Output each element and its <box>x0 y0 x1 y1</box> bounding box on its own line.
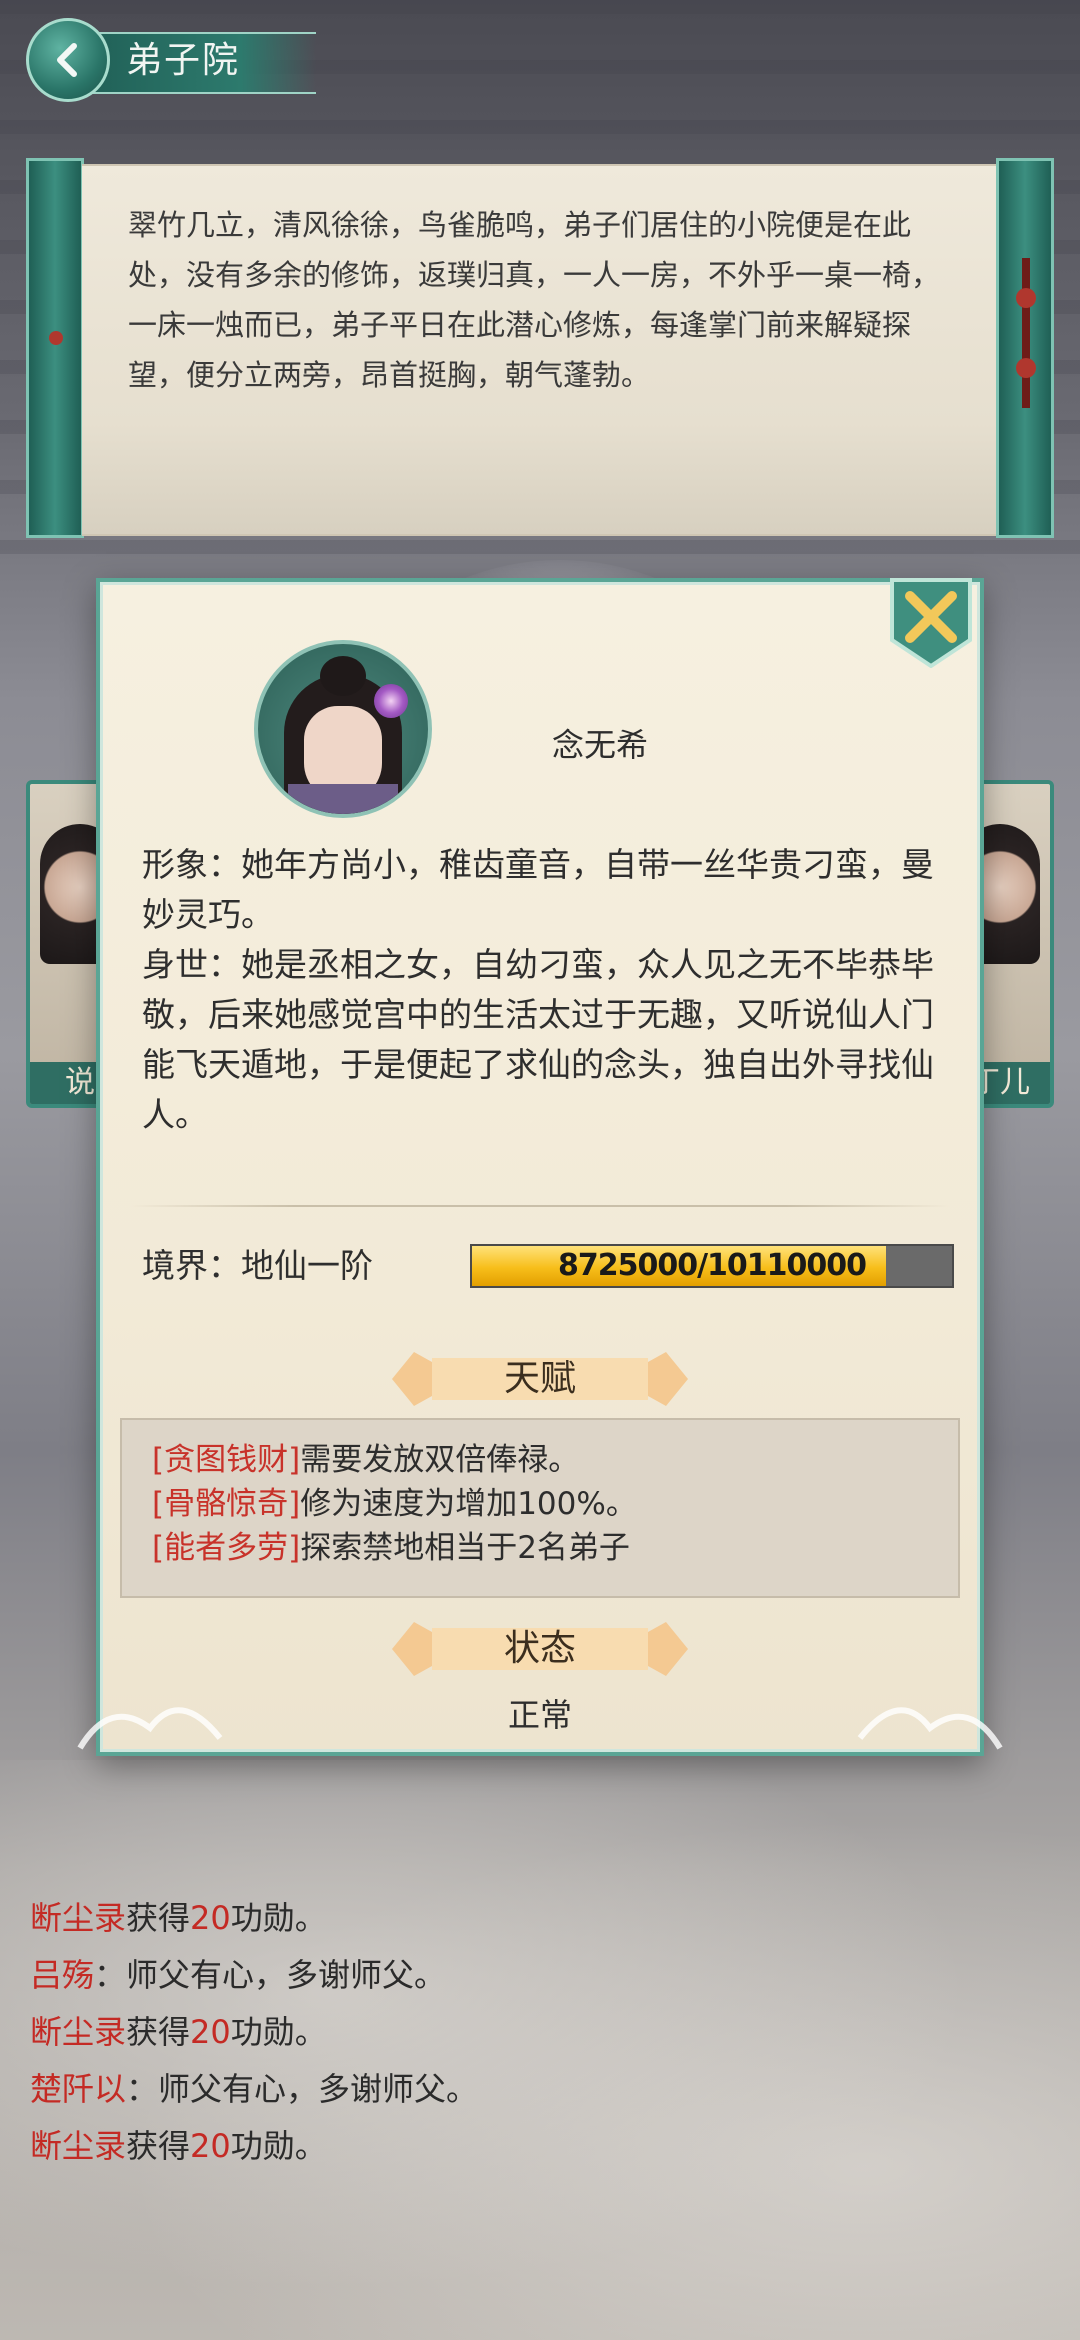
character-appearance: 形象：她年方尚小，稚齿童音，自带一丝华贵刁蛮，曼妙灵巧。 <box>142 845 934 934</box>
divider <box>130 1205 950 1207</box>
log-entry: 吕殇：师父有心，多谢师父。 <box>30 1956 447 1994</box>
status-value: 正常 <box>507 1696 572 1734</box>
talent-title: 天赋 <box>503 1358 576 1399</box>
header: 弟子院 <box>26 18 316 104</box>
talent-item: [骨骼惊奇]修为速度为增加100%。 <box>152 1486 637 1522</box>
log-entry: 断尘录获得20功勋。 <box>30 1899 327 1937</box>
chevron-left-icon <box>57 43 77 77</box>
location-description: 翠竹几立，清风徐徐，鸟雀脆鸣，弟子们居住的小院便是在此处，没有多余的修饰，返璞归… <box>128 208 941 392</box>
scroll-rod-left <box>26 158 84 538</box>
cloud-ornament-icon <box>77 1707 223 1750</box>
character-name: 念无希 <box>552 726 649 764</box>
close-button[interactable] <box>888 576 974 668</box>
page-title: 弟子院 <box>126 40 241 81</box>
location-description-scroll: 翠竹几立，清风徐徐，鸟雀脆鸣，弟子们居住的小院便是在此处，没有多余的修饰，返璞归… <box>26 158 1054 538</box>
realm-label: 境界：地仙一阶 <box>142 1246 373 1285</box>
talent-item: [贪图钱财]需要发放双倍俸禄。 <box>152 1442 580 1478</box>
talent-item: [能者多劳]探索禁地相当于2名弟子 <box>152 1530 630 1566</box>
progress-text: 8725000/10110000 <box>557 1248 867 1283</box>
character-avatar <box>254 640 432 818</box>
log-entry: 断尘录获得20功勋。 <box>30 2013 327 2051</box>
tassel-ornament-icon <box>1016 258 1036 408</box>
back-button[interactable] <box>26 18 110 102</box>
log-entry: 楚阡以：师父有心，多谢师父。 <box>30 2070 479 2108</box>
scroll-paper: 翠竹几立，清风徐徐，鸟雀脆鸣，弟子们居住的小院便是在此处，没有多余的修饰，返璞归… <box>82 164 998 536</box>
cultivation-progress-bar: 8725000/10110000 <box>470 1244 954 1288</box>
log-entry: 断尘录获得20功勋。 <box>30 2127 327 2165</box>
character-origin: 身世：她是丞相之女，自幼刁蛮，众人见之无不毕恭毕敬，后来她感觉宫中的生活太过于无… <box>142 945 934 1134</box>
cloud-ornament-icon <box>857 1707 1003 1750</box>
talent-list: [贪图钱财]需要发放双倍俸禄。 [骨骼惊奇]修为速度为增加100%。 [能者多劳… <box>120 1418 960 1598</box>
status-title: 状态 <box>503 1628 576 1669</box>
talent-section-banner: 天赋 <box>392 1348 688 1410</box>
event-log: 断尘录获得20功勋。 吕殇：师父有心，多谢师父。 断尘录获得20功勋。 楚阡以：… <box>30 1890 1030 2175</box>
status-section-banner: 状态 <box>392 1618 688 1680</box>
